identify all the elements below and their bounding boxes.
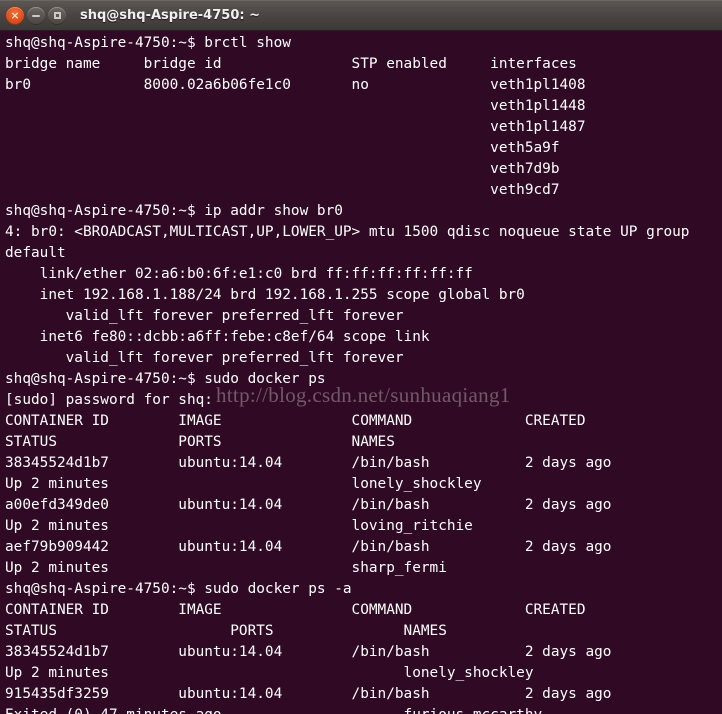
- terminal-screen[interactable]: shq@shq-Aspire-4750:~$ brctl show bridge …: [2, 33, 722, 714]
- terminal-line: inet6 fe80::dcbb:a6ff:febe:c8ef/64 scope…: [5, 329, 430, 345]
- terminal-line: bridge name bridge id STP enabled interf…: [5, 56, 577, 72]
- terminal-line: valid_lft forever preferred_lft forever: [5, 308, 404, 324]
- terminal-line: shq@shq-Aspire-4750:~$ sudo docker ps: [5, 371, 326, 387]
- terminal-line: Exited (0) 47 minutes ago furious_mccart…: [5, 705, 722, 714]
- terminal-line: shq@shq-Aspire-4750:~$ brctl show: [5, 35, 291, 51]
- terminal-line: veth7d9b: [5, 161, 560, 177]
- terminal-window: × shq@shq-Aspire-4750: ~ http://blog.csd…: [0, 0, 722, 714]
- terminal-line: br0 8000.02a6b06fe1c0 no veth1pl1408: [5, 77, 586, 93]
- terminal-line: 38345524d1b7 ubuntu:14.04 /bin/bash 2 da…: [5, 455, 612, 471]
- terminal-line: [sudo] password for shq:: [5, 392, 213, 408]
- terminal-line: CONTAINER ID IMAGE COMMAND CREATED: [5, 602, 586, 618]
- terminal-line: link/ether 02:a6:b0:6f:e1:c0 brd ff:ff:f…: [5, 266, 473, 282]
- terminal-line: veth5a9f: [5, 140, 560, 156]
- close-icon: ×: [10, 8, 20, 22]
- terminal-line: 38345524d1b7 ubuntu:14.04 /bin/bash 2 da…: [5, 644, 612, 660]
- terminal-line: valid_lft forever preferred_lft forever: [5, 350, 404, 366]
- terminal-line: Up 2 minutes lonely_shockley: [5, 665, 534, 681]
- window-titlebar[interactable]: × shq@shq-Aspire-4750: ~: [0, 0, 722, 31]
- close-button[interactable]: ×: [6, 6, 24, 25]
- terminal-line: veth1pl1448: [5, 98, 586, 114]
- terminal-line: STATUS PORTS NAMES: [5, 623, 447, 639]
- terminal-line: shq@shq-Aspire-4750:~$ sudo docker ps -a: [5, 581, 352, 597]
- terminal-line: veth1pl1487: [5, 119, 586, 135]
- terminal-line: 4: br0: <BROADCAST,MULTICAST,UP,LOWER_UP…: [5, 224, 690, 240]
- terminal-line: STATUS PORTS NAMES: [5, 434, 395, 450]
- terminal-line: veth9cd7: [5, 182, 560, 198]
- terminal-line: Up 2 minutes sharp_fermi: [5, 560, 447, 576]
- terminal-line: default: [5, 245, 66, 261]
- terminal-line: shq@shq-Aspire-4750:~$ ip addr show br0: [5, 203, 343, 219]
- window-title: shq@shq-Aspire-4750: ~: [80, 8, 260, 23]
- window-controls: ×: [6, 6, 66, 25]
- terminal-line: Up 2 minutes loving_ritchie: [5, 518, 473, 534]
- terminal-body[interactable]: http://blog.csdn.net/sunhuaqiang1 shq@sh…: [0, 31, 722, 714]
- maximize-button[interactable]: [48, 6, 66, 25]
- maximize-icon: [53, 12, 61, 19]
- terminal-line: a00efd349de0 ubuntu:14.04 /bin/bash 2 da…: [5, 497, 612, 513]
- minimize-icon: [32, 14, 40, 17]
- terminal-line: 915435df3259 ubuntu:14.04 /bin/bash 2 da…: [5, 686, 612, 702]
- terminal-line: aef79b909442 ubuntu:14.04 /bin/bash 2 da…: [5, 539, 612, 555]
- minimize-button[interactable]: [27, 6, 45, 25]
- terminal-line: Up 2 minutes lonely_shockley: [5, 476, 482, 492]
- terminal-line: inet 192.168.1.188/24 brd 192.168.1.255 …: [5, 287, 525, 303]
- terminal-line: CONTAINER ID IMAGE COMMAND CREATED: [5, 413, 586, 429]
